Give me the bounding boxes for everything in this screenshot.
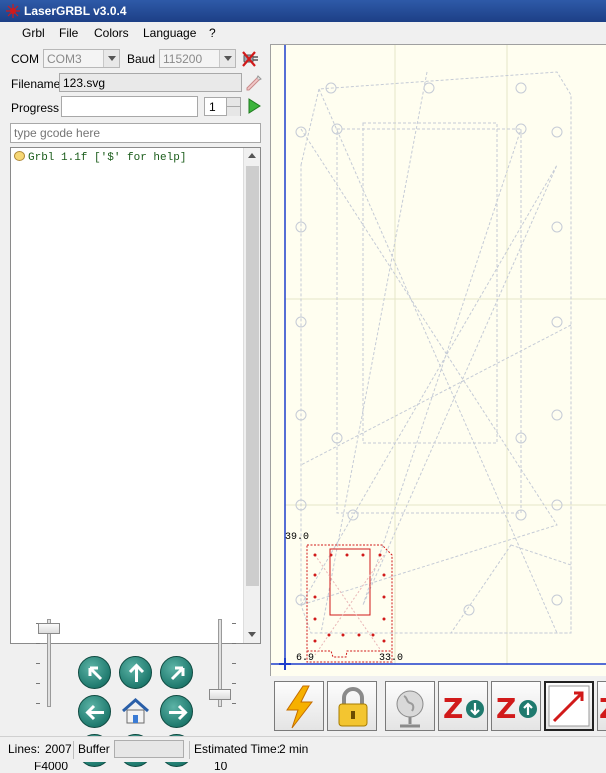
laser-app-icon [6, 4, 20, 18]
lines-value: 2007 [45, 742, 72, 756]
chevron-down-icon [103, 50, 119, 67]
passes-value: 1 [209, 100, 216, 114]
arrow-up-left-icon [88, 666, 103, 681]
progress-bar [61, 96, 198, 117]
menu-colors[interactable]: Colors [94, 26, 129, 40]
dimension-label-top: 39.0 [285, 532, 310, 543]
slider-tick [36, 703, 40, 704]
svg-text:Z: Z [496, 692, 516, 725]
origin-crosshair-icon [279, 658, 291, 670]
arrow-right-icon [169, 704, 188, 721]
slider-tick [232, 703, 236, 704]
home-icon [122, 698, 149, 724]
unlock-button[interactable] [327, 681, 377, 731]
menu-grbl[interactable]: Grbl [22, 26, 45, 40]
info-icon [14, 151, 25, 161]
control-panel: COM COM3 Baud 115200 Filename 123.svg Pr… [0, 44, 268, 773]
frame-button[interactable] [544, 681, 594, 731]
step-slider-thumb[interactable] [209, 688, 231, 700]
time-label: Estimated Time: [194, 742, 281, 756]
com-port-select[interactable]: COM3 [43, 49, 120, 68]
jog-left-button[interactable] [78, 695, 111, 728]
menu-language[interactable]: Language [143, 26, 196, 40]
globe-icon [396, 690, 424, 728]
com-port-value: COM3 [47, 52, 82, 66]
action-toolbar: Z Z Z [270, 676, 606, 734]
toolpath-preview [271, 45, 606, 670]
z-up-button[interactable]: Z [491, 681, 541, 731]
slider-tick [232, 683, 236, 684]
title-bar: LaserGRBL v3.0.4 [0, 0, 606, 22]
stepper-up-icon[interactable] [226, 98, 240, 107]
jog-up-button[interactable] [119, 656, 152, 689]
globe-button[interactable] [385, 681, 435, 731]
run-play-icon[interactable] [247, 98, 261, 114]
console-scrollbar[interactable] [243, 148, 260, 643]
scrollbar-thumb[interactable] [246, 166, 259, 586]
menu-file[interactable]: File [59, 26, 78, 40]
window-title: LaserGRBL v3.0.4 [24, 4, 127, 18]
chevron-down-icon [219, 50, 235, 67]
arrow-up-icon [128, 663, 145, 682]
extra-tool-button[interactable]: Z [597, 681, 606, 731]
red-toolpath [306, 544, 393, 663]
slider-tick [36, 643, 40, 644]
jog-up-right-button[interactable] [160, 656, 193, 689]
connect-plug-icon[interactable] [241, 49, 263, 69]
passes-stepper[interactable]: 1 [204, 97, 241, 116]
padlock-icon [338, 687, 368, 727]
lines-label: Lines: [8, 742, 41, 756]
ghost-holes [295, 82, 563, 616]
console-log[interactable]: Grbl 1.1f ['$' for help] [10, 147, 261, 644]
home-button[interactable] [119, 695, 152, 728]
status-bar: Lines: 2007 Buffer Estimated Time: 2 min [0, 736, 606, 762]
slider-tick [232, 663, 236, 664]
diagonal-arrow-icon [548, 685, 590, 727]
jog-panel: F4000 10 [0, 609, 268, 773]
baud-rate-value: 115200 [163, 52, 203, 66]
open-file-icon[interactable] [244, 73, 262, 91]
svg-text:Z: Z [599, 692, 606, 725]
preview-canvas[interactable]: 39.0 6.9 33.0 [270, 44, 606, 676]
lightning-icon [286, 685, 314, 729]
filename-field: 123.svg [59, 73, 242, 92]
console-line: Grbl 1.1f ['$' for help] [14, 151, 186, 164]
z-down-button[interactable]: Z [438, 681, 488, 731]
z-down-icon: Z [443, 692, 484, 725]
dimension-label-right: 33.0 [379, 653, 404, 664]
z-icon: Z [599, 692, 606, 725]
slider-tick [232, 643, 236, 644]
time-value: 2 min [279, 742, 309, 756]
menu-help[interactable]: ? [209, 26, 216, 40]
dimension-label-origin: 6.9 [296, 653, 315, 664]
filename-label: Filename [11, 77, 61, 91]
slider-tick [36, 683, 40, 684]
send-button[interactable] [274, 681, 324, 731]
speed-slider-thumb[interactable] [38, 622, 60, 634]
baud-label: Baud [127, 52, 156, 66]
baud-rate-select[interactable]: 115200 [159, 49, 236, 68]
jog-up-left-button[interactable] [78, 656, 111, 689]
arrow-up-right-icon [170, 666, 185, 681]
z-up-icon: Z [496, 692, 537, 725]
progress-label: Progress [11, 101, 60, 115]
scroll-up-icon[interactable] [244, 148, 260, 164]
com-label: COM [11, 52, 39, 66]
slider-tick [36, 663, 40, 664]
filename-value: 123.svg [63, 76, 106, 90]
jog-right-button[interactable] [160, 695, 193, 728]
gcode-command-input[interactable] [10, 123, 261, 143]
menu-bar: Grbl File Colors Language ? [0, 22, 606, 44]
separator [189, 741, 190, 759]
stepper-down-icon[interactable] [226, 107, 240, 116]
arrow-left-icon [85, 704, 104, 721]
separator [73, 741, 74, 759]
svg-text:Z: Z [443, 692, 463, 725]
slider-tick [232, 623, 236, 624]
buffer-bar [114, 740, 184, 758]
buffer-label: Buffer [78, 742, 110, 756]
